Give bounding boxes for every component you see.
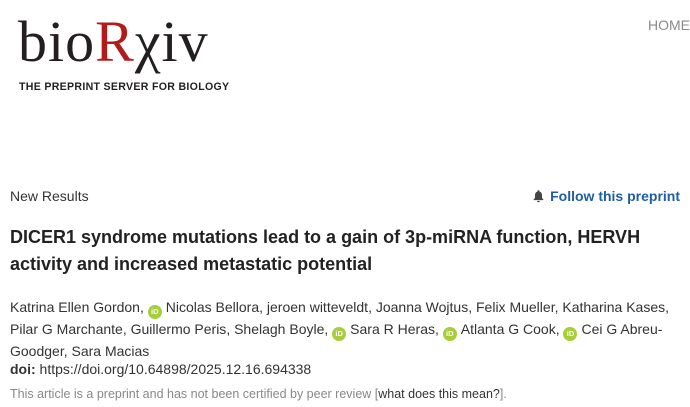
orcid-icon[interactable]: iD [332, 327, 347, 341]
author-name[interactable]: Guillermo Peris [131, 321, 227, 337]
orcid-icon[interactable]: iD [442, 327, 457, 341]
disclaimer-suffix: ]. [499, 387, 507, 401]
follow-preprint-button[interactable]: Follow this preprint [532, 188, 680, 204]
article-title: DICER1 syndrome mutations lead to a gain… [10, 227, 641, 274]
author-list: Katrina Ellen Gordon, iD Nicolas Bellora,… [10, 299, 669, 359]
logo-r: R [95, 9, 135, 74]
logo-wordmark: bioRχiv [18, 12, 209, 72]
author-name[interactable]: Pilar G Marchante [10, 321, 123, 337]
bell-icon [533, 190, 544, 203]
logo-suffix: χiv [134, 9, 209, 74]
doi-link[interactable]: https://doi.org/10.64898/2025.12.16.6943… [40, 361, 312, 377]
doi-label: doi: [10, 361, 36, 377]
author-name[interactable]: Felix Mueller [476, 299, 555, 315]
follow-label: Follow this preprint [550, 188, 680, 204]
logo-tagline: THE PREPRINT SERVER FOR BIOLOGY [19, 81, 230, 93]
what-does-this-mean-link[interactable]: what does this mean? [378, 387, 500, 401]
author-name[interactable]: Katharina Kases [562, 299, 665, 315]
author-name[interactable]: Sara Macias [72, 343, 150, 359]
author-name[interactable]: Katrina Ellen Gordon [10, 299, 140, 315]
biorxiv-logo[interactable]: bioRχiv [18, 12, 209, 72]
author-name[interactable]: jeroen witteveldt [267, 299, 368, 315]
nav-home-link[interactable]: HOME [648, 17, 690, 33]
author-name[interactable]: Nicolas Bellora [166, 299, 259, 315]
orcid-icon[interactable]: iD [563, 327, 578, 341]
article-type: New Results [10, 188, 89, 204]
disclaimer-text: This article is a preprint and has not b… [10, 387, 379, 401]
orcid-icon[interactable]: iD [147, 305, 162, 319]
doi-line: doi: https://doi.org/10.64898/2025.12.16… [10, 361, 311, 377]
author-name[interactable]: Sara R Heras [350, 321, 435, 337]
author-name[interactable]: Atlanta G Cook [461, 321, 556, 337]
author-name[interactable]: Shelagh Boyle [234, 321, 324, 337]
logo-prefix: bio [18, 9, 96, 74]
peer-review-disclaimer: This article is a preprint and has not b… [10, 387, 507, 401]
author-name[interactable]: Joanna Wojtus [376, 299, 468, 315]
